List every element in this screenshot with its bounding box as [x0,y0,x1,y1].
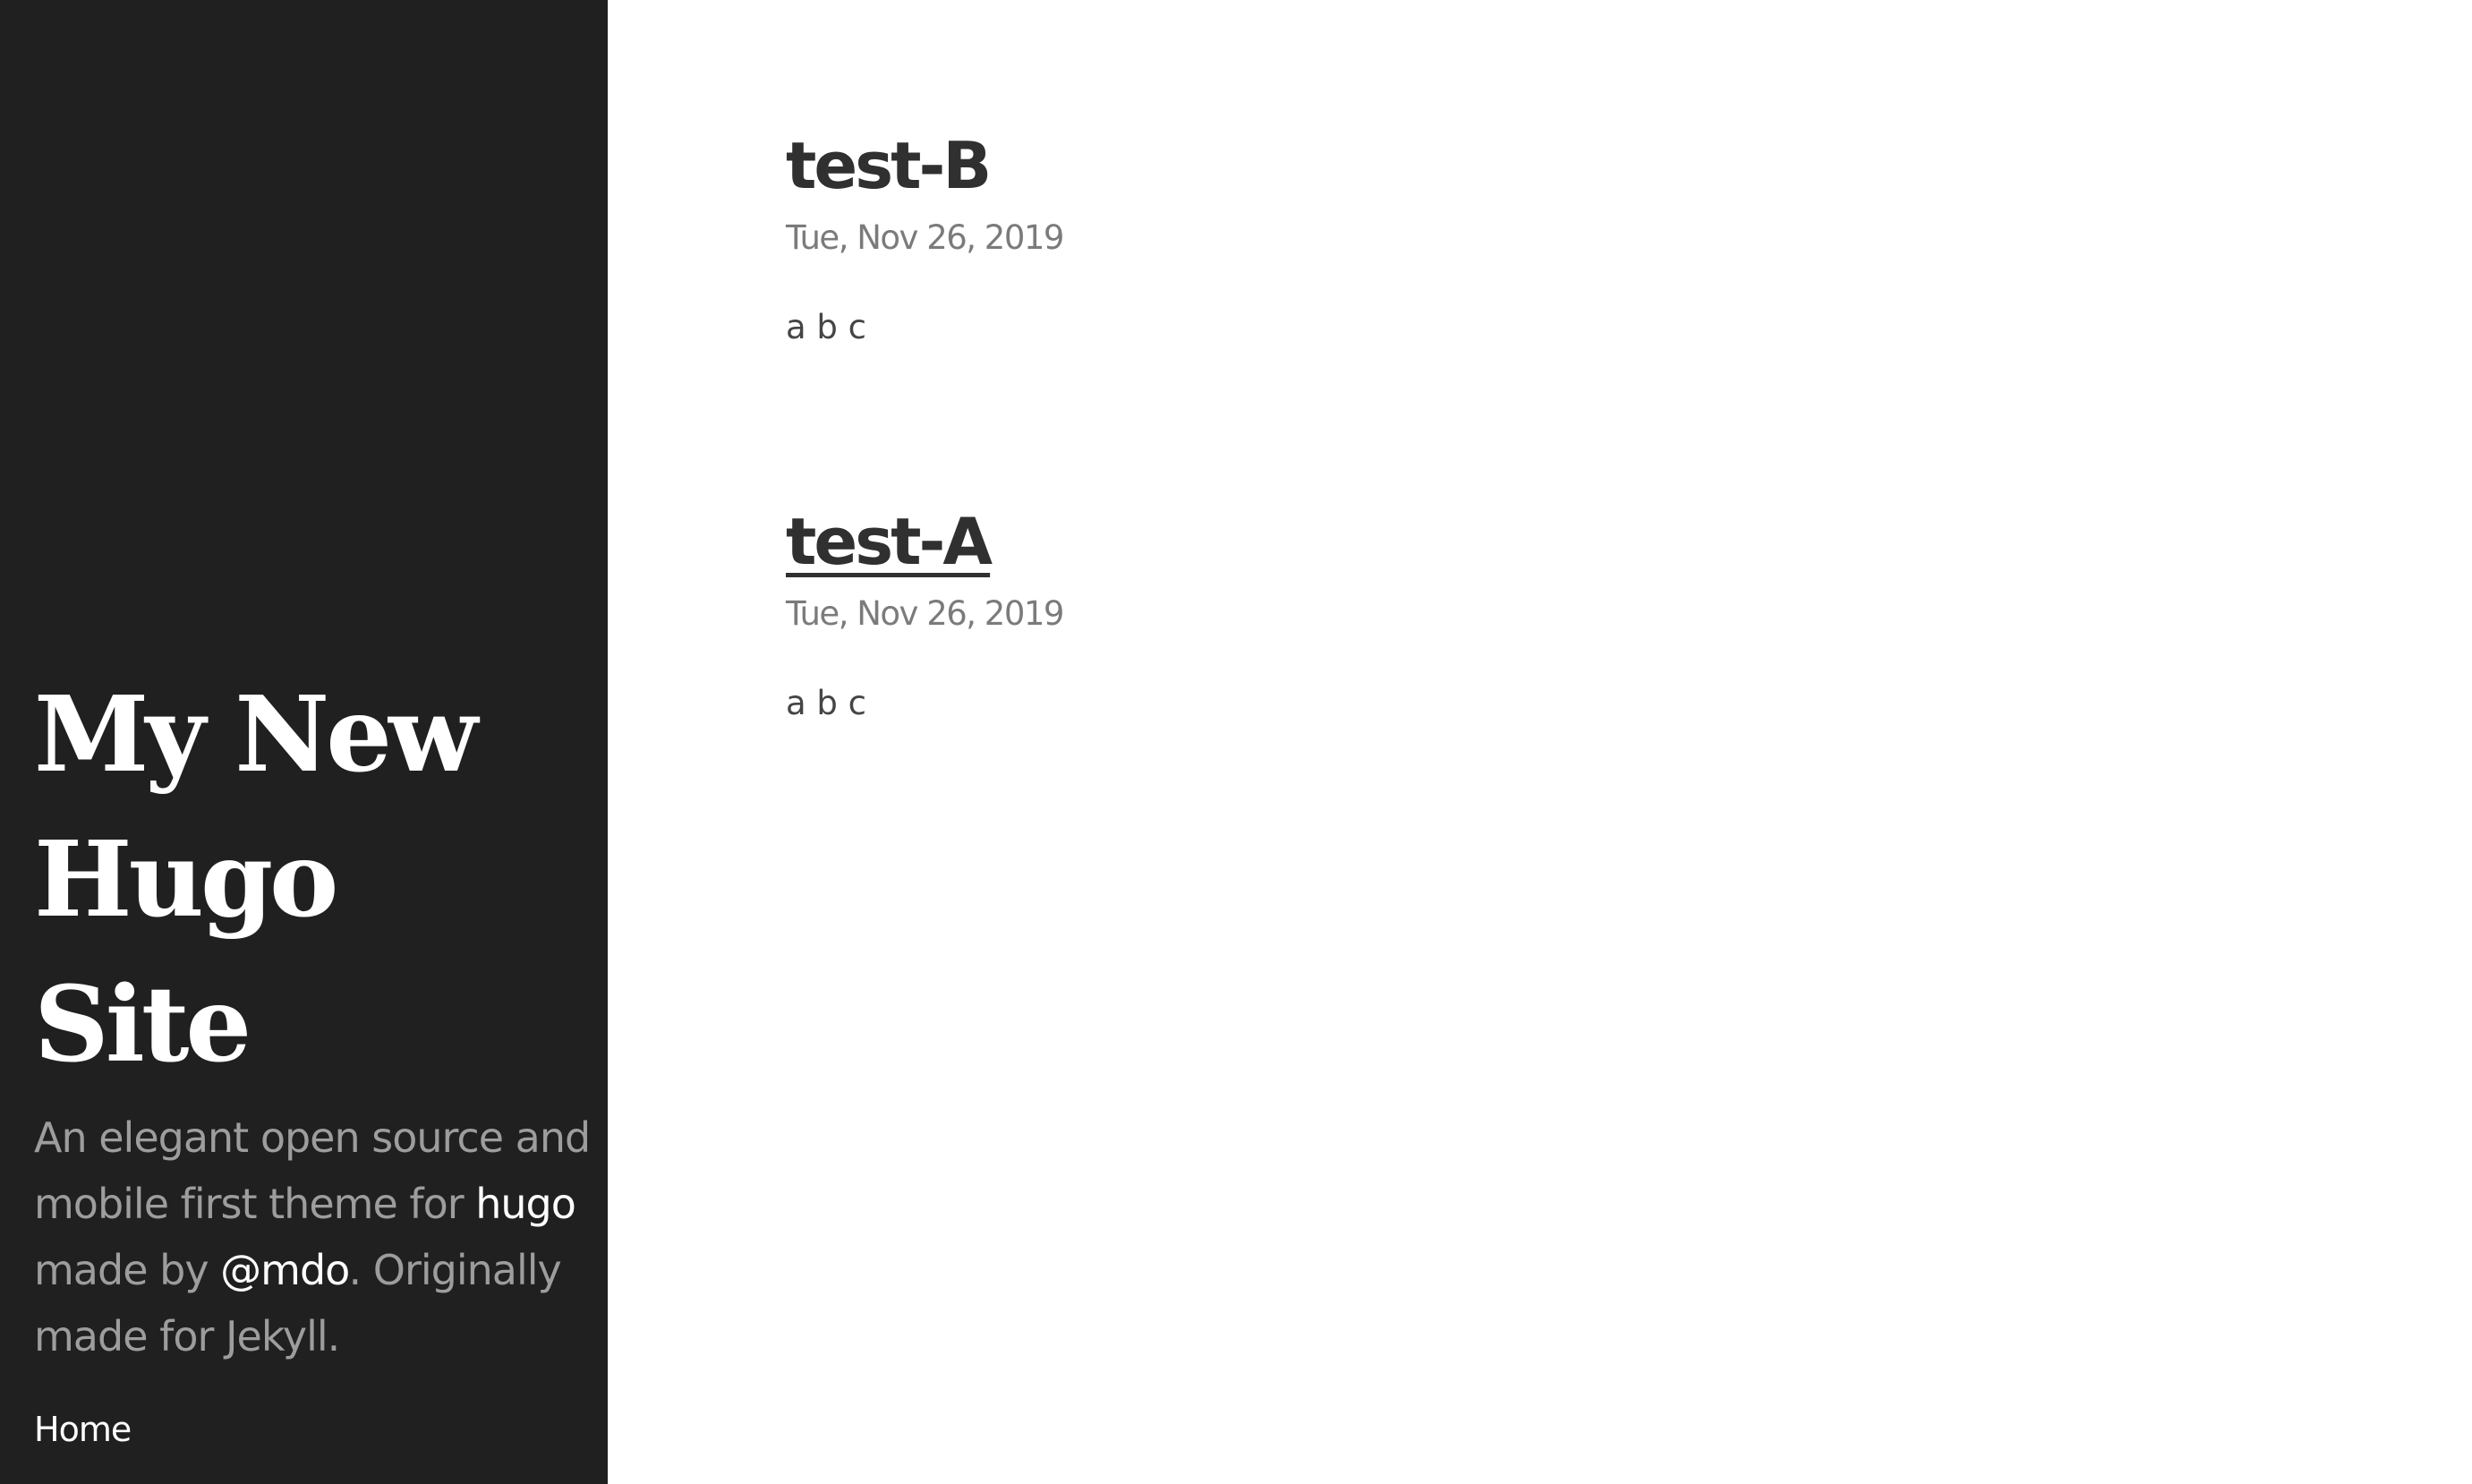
mdo-link[interactable]: @mdo [220,1246,349,1294]
site-description-text-2: made by [34,1246,221,1294]
post-summary: a b c [786,308,867,346]
hugo-link[interactable]: hugo [475,1180,576,1228]
post-summary: a b c [786,684,867,722]
post-title-link-test-a[interactable]: test-A [786,504,993,579]
post-date: Tue, Nov 26, 2019 [786,218,1064,257]
sidebar: My New Hugo Site An elegant open source … [0,0,608,1484]
site-title: My New Hugo Site [34,662,589,1097]
site-title-line-1: My New [34,674,478,796]
site-title-line-2: Hugo [34,819,338,941]
nav-home-link[interactable]: Home [34,1408,132,1451]
post-date: Tue, Nov 26, 2019 [786,594,1064,633]
site-title-line-3: Site [34,964,251,1086]
post-title-link-test-b[interactable]: test-B [786,128,992,203]
post-title: test-B [786,125,992,206]
site-description: An elegant open source and mobile first … [34,1104,598,1369]
post-title: test-A [786,501,993,582]
